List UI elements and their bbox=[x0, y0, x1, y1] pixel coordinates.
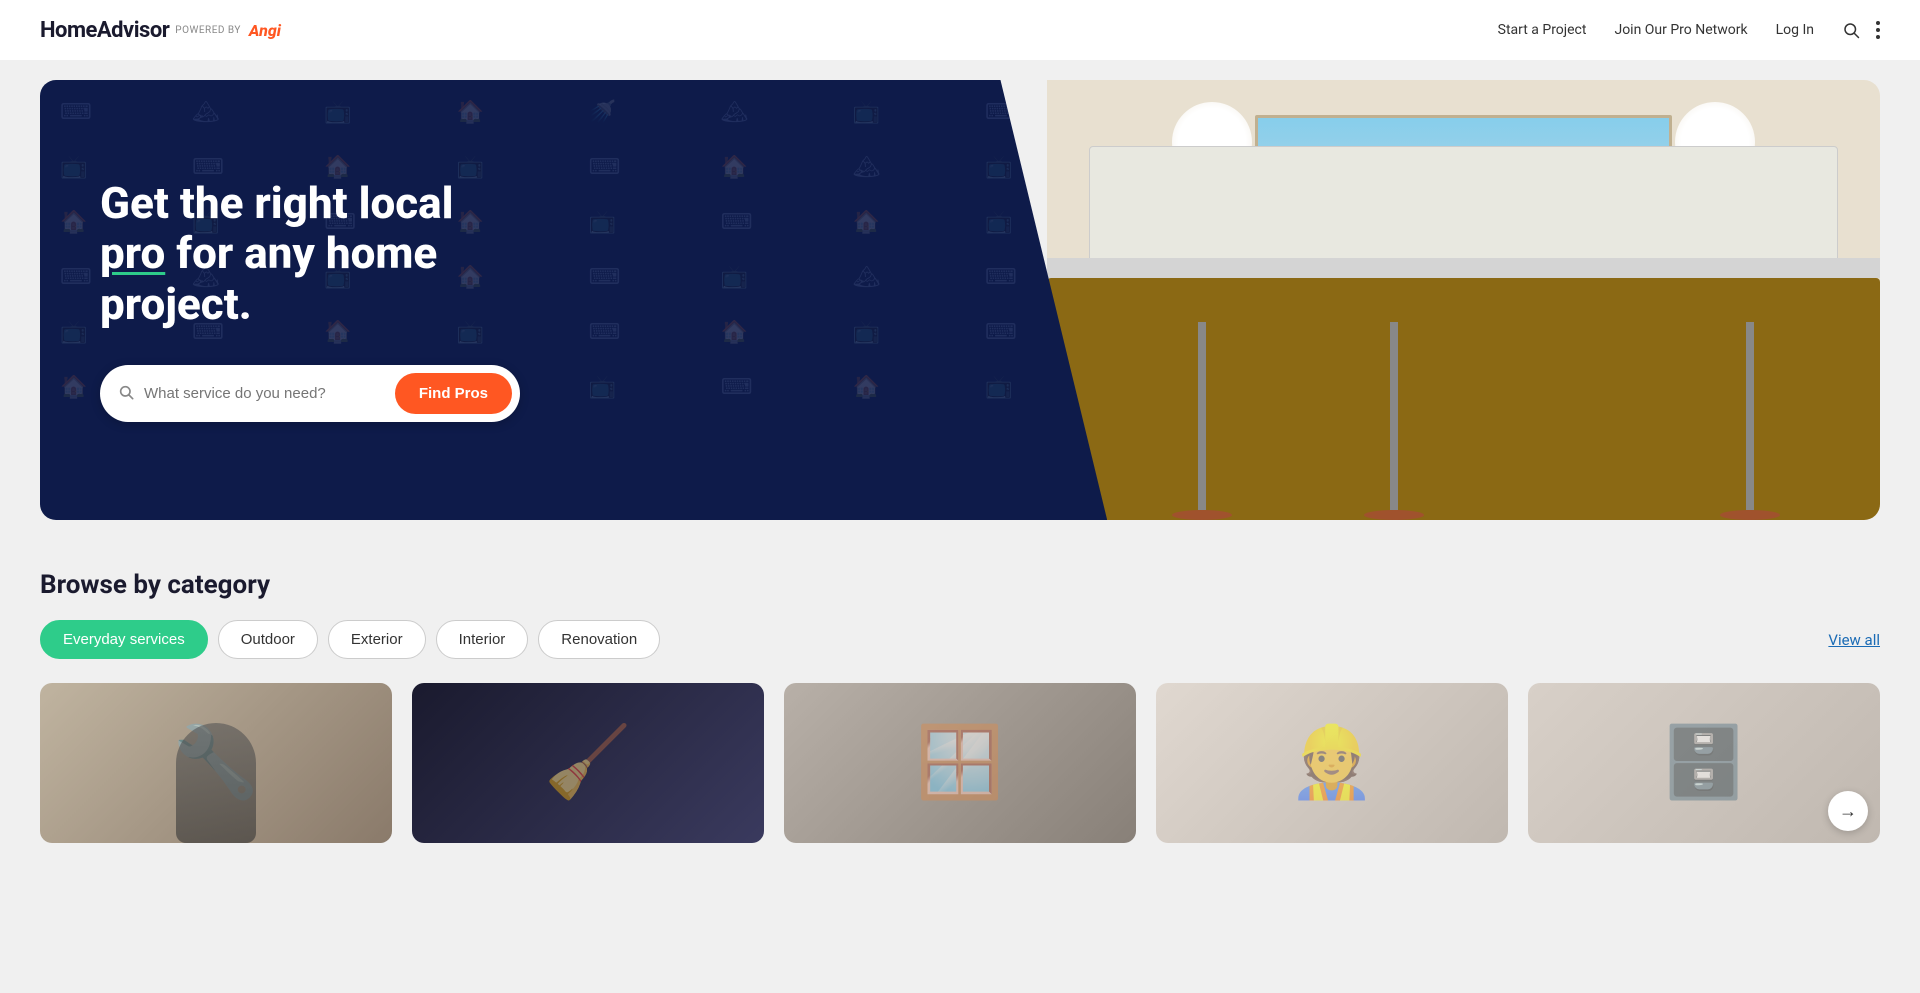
navbar: HomeAdvisor POWERED BY Angi Start a Proj… bbox=[0, 0, 1920, 60]
arrow-right-icon: → bbox=[1839, 801, 1857, 822]
search-icon-button[interactable] bbox=[1842, 21, 1860, 39]
nav-login[interactable]: Log In bbox=[1776, 22, 1814, 38]
tab-exterior[interactable]: Exterior bbox=[328, 620, 426, 659]
hero-title-highlight: pro bbox=[100, 227, 165, 279]
barstool-2 bbox=[1364, 322, 1424, 520]
barstool-seat bbox=[1720, 510, 1780, 520]
hero-title-part1: Get the right local bbox=[100, 177, 454, 229]
barstool-leg bbox=[1390, 322, 1398, 510]
search-bar: Find Pros bbox=[100, 365, 520, 422]
service-card-1[interactable]: 🔧 bbox=[40, 683, 392, 843]
nav-start-project[interactable]: Start a Project bbox=[1498, 22, 1587, 38]
person-silhouette bbox=[176, 723, 256, 843]
tabs-list: Everyday services Outdoor Exterior Inter… bbox=[40, 620, 660, 659]
barstool-leg bbox=[1198, 322, 1206, 510]
browse-section: Browse by category Everyday services Out… bbox=[0, 540, 1920, 873]
card-image-1: 🔧 bbox=[40, 683, 392, 843]
category-tabs: Everyday services Outdoor Exterior Inter… bbox=[40, 620, 1880, 659]
service-card-5[interactable]: 🗄️ → bbox=[1528, 683, 1880, 843]
kitchen-cabinet bbox=[1089, 146, 1839, 269]
barstool-1 bbox=[1172, 322, 1232, 520]
card-image-5: 🗄️ bbox=[1528, 683, 1880, 843]
hero-container: ⌨🏔📺🏠🚿🏔📺⌨ 📺⌨🏠📺⌨🏠🏔📺 🏠📺⌨🏠📺⌨🏠📺 ⌨🏔📺🏠⌨📺🏔⌨ 📺⌨🏠📺… bbox=[40, 80, 1880, 520]
service-search-input[interactable] bbox=[144, 385, 395, 402]
view-all-link[interactable]: View all bbox=[1828, 631, 1880, 649]
card-image-3: 🪟 bbox=[784, 683, 1136, 843]
kitchen-counter-top bbox=[1047, 258, 1880, 278]
hero-wrapper: ⌨🏔📺🏠🚿🏔📺⌨ 📺⌨🏠📺⌨🏠🏔📺 🏠📺⌨🏠📺⌨🏠📺 ⌨🏔📺🏠⌨📺🏔⌨ 📺⌨🏠📺… bbox=[0, 60, 1920, 540]
powered-by-label: POWERED BY bbox=[175, 25, 241, 36]
navbar-links: Start a Project Join Our Pro Network Log… bbox=[1498, 21, 1880, 39]
kitchen-scene bbox=[1047, 80, 1880, 520]
hero-title: Get the right local pro for any home pro… bbox=[100, 178, 520, 330]
search-icon bbox=[118, 384, 134, 404]
hero-title-part2: for any home bbox=[176, 227, 437, 279]
service-card-4[interactable]: 👷 bbox=[1156, 683, 1508, 843]
logo-angi: Angi bbox=[249, 21, 281, 40]
find-pros-button[interactable]: Find Pros bbox=[395, 373, 512, 414]
nav-icon-group bbox=[1842, 21, 1880, 39]
more-options-button[interactable] bbox=[1876, 21, 1880, 39]
tab-interior[interactable]: Interior bbox=[436, 620, 529, 659]
next-card-button[interactable]: → bbox=[1828, 791, 1868, 831]
card-image-2: 🧹 bbox=[412, 683, 764, 843]
service-card-3[interactable]: 🪟 bbox=[784, 683, 1136, 843]
tab-outdoor[interactable]: Outdoor bbox=[218, 620, 318, 659]
barstool-leg bbox=[1746, 322, 1754, 510]
logo-homeadvisor: HomeAdvisor bbox=[40, 18, 169, 43]
logo-area: HomeAdvisor POWERED BY Angi bbox=[40, 18, 281, 43]
hero-right-panel bbox=[1047, 80, 1880, 520]
barstool-3 bbox=[1720, 322, 1780, 520]
service-card-2[interactable]: 🧹 bbox=[412, 683, 764, 843]
tab-everyday-services[interactable]: Everyday services bbox=[40, 620, 208, 659]
browse-title: Browse by category bbox=[40, 570, 1880, 600]
three-dot-icon bbox=[1876, 21, 1880, 39]
service-cards-container: 🔧 🧹 🪟 👷 🗄️ bbox=[40, 683, 1880, 843]
barstool-seat bbox=[1172, 510, 1232, 520]
barstool-seat bbox=[1364, 510, 1424, 520]
hero-left-panel: ⌨🏔📺🏠🚿🏔📺⌨ 📺⌨🏠📺⌨🏠🏔📺 🏠📺⌨🏠📺⌨🏠📺 ⌨🏔📺🏠⌨📺🏔⌨ 📺⌨🏠📺… bbox=[40, 80, 1107, 520]
card-image-4: 👷 bbox=[1156, 683, 1508, 843]
nav-join-pro[interactable]: Join Our Pro Network bbox=[1614, 22, 1747, 38]
tab-renovation[interactable]: Renovation bbox=[538, 620, 660, 659]
hero-title-part3: project. bbox=[100, 278, 252, 330]
